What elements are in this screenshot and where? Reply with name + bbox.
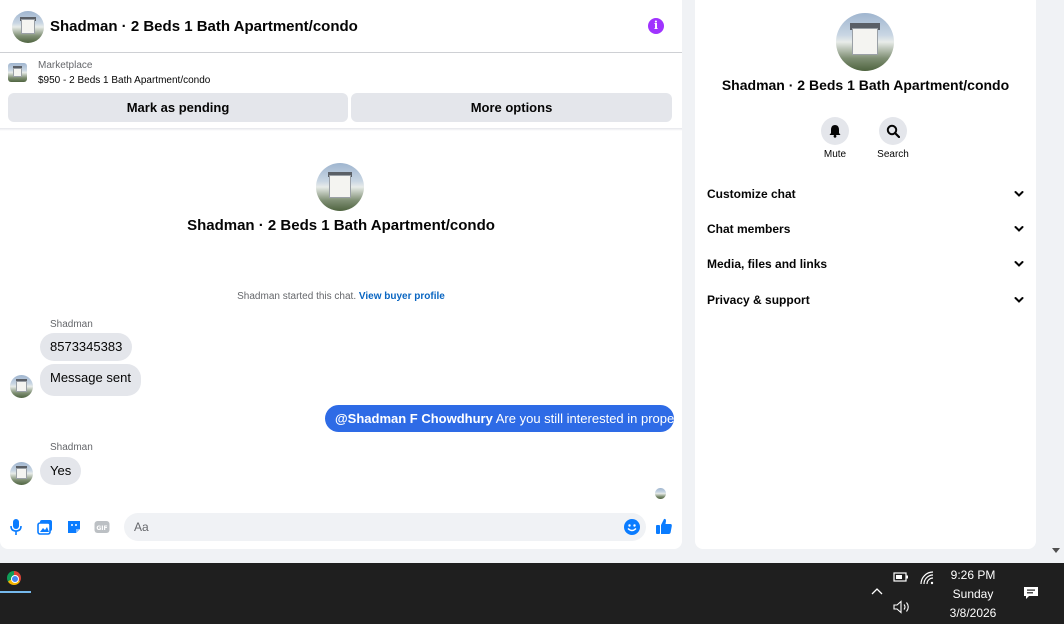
- chat-started-text: Shadman started this chat.: [237, 291, 357, 302]
- thumbs-up-icon[interactable]: [655, 517, 673, 535]
- mute-button[interactable]: Mute: [805, 117, 865, 160]
- section-customize-chat[interactable]: Customize chat: [707, 183, 1025, 207]
- chevron-down-icon: [1014, 226, 1024, 232]
- section-label: Privacy & support: [707, 293, 810, 307]
- sender-avatar[interactable]: [10, 375, 33, 398]
- chrome-icon: [7, 571, 21, 585]
- mute-label: Mute: [823, 149, 847, 160]
- scroll-down-arrow[interactable]: [1052, 548, 1060, 553]
- search-button[interactable]: Search: [863, 117, 923, 160]
- chevron-down-icon: [1014, 261, 1024, 267]
- chat-panel: Shadman · 2 Beds 1 Bath Apartment/condo …: [0, 0, 682, 549]
- conversation-avatar[interactable]: [12, 11, 44, 43]
- gif-label: GIF: [96, 525, 107, 532]
- clock-time[interactable]: 9:26 PM: [940, 568, 1006, 582]
- wifi-icon[interactable]: [920, 571, 934, 585]
- message-text: Are you still interested in property ?: [495, 411, 682, 426]
- sender-avatar[interactable]: [10, 462, 33, 485]
- outgoing-message-bubble[interactable]: @Shadman F Chowdhury Are you still inter…: [325, 405, 682, 432]
- listing-row[interactable]: Marketplace $950 - 2 Beds 1 Bath Apartme…: [0, 54, 682, 90]
- chevron-down-icon: [1014, 297, 1024, 303]
- chat-intro-title: Shadman · 2 Beds 1 Bath Apartment/condo: [187, 217, 495, 234]
- listing-label: Marketplace: [38, 60, 93, 71]
- clock-day[interactable]: Sunday: [940, 587, 1006, 601]
- search-icon: [879, 117, 907, 145]
- message-bubble[interactable]: 8573345383: [40, 333, 133, 361]
- gif-icon[interactable]: GIF: [94, 519, 110, 535]
- emoji-icon[interactable]: [624, 519, 640, 535]
- message-composer: GIF: [0, 510, 682, 544]
- microphone-icon[interactable]: [8, 519, 24, 535]
- message-bubble[interactable]: Yes: [40, 457, 82, 485]
- more-options-button[interactable]: More options: [351, 93, 672, 122]
- chevron-up-icon[interactable]: [871, 587, 883, 595]
- seen-indicator-avatar: [655, 488, 666, 499]
- photo-icon[interactable]: [37, 519, 53, 535]
- mention-link[interactable]: @Shadman F Chowdhury: [335, 411, 493, 426]
- info-title: Shadman · 2 Beds 1 Bath Apartment/condo: [721, 77, 1010, 93]
- message-input[interactable]: [134, 518, 614, 536]
- header-divider: [0, 128, 682, 131]
- listing-thumbnail: [8, 63, 27, 82]
- section-label: Chat members: [707, 222, 791, 236]
- sender-name: Shadman: [50, 442, 93, 453]
- search-label: Search: [877, 149, 909, 160]
- chat-started-notice: Shadman started this chat. View buyer pr…: [0, 291, 682, 302]
- section-label: Media, files and links: [707, 257, 828, 271]
- taskbar: 9:26 PM Sunday 3/8/2026: [0, 563, 1064, 624]
- chevron-down-icon: [1014, 191, 1024, 197]
- active-app-indicator: [0, 591, 31, 593]
- chat-intro-avatar: [316, 163, 364, 211]
- conversation-info-panel: Shadman · 2 Beds 1 Bath Apartment/condo …: [695, 0, 1036, 549]
- section-label: Customize chat: [707, 187, 796, 201]
- info-icon[interactable]: i: [648, 18, 664, 34]
- volume-icon[interactable]: [893, 600, 911, 614]
- notification-center-icon[interactable]: [1023, 586, 1039, 600]
- clock-date[interactable]: 3/8/2026: [940, 606, 1006, 620]
- view-buyer-profile-link[interactable]: View buyer profile: [359, 291, 445, 302]
- sender-name: Shadman: [50, 319, 93, 330]
- listing-price-title: $950 - 2 Beds 1 Bath Apartment/condo: [38, 75, 211, 86]
- sticker-icon[interactable]: [66, 519, 82, 535]
- section-chat-members[interactable]: Chat members: [707, 218, 1025, 242]
- bell-icon: [821, 117, 849, 145]
- mark-as-pending-button[interactable]: Mark as pending: [8, 93, 348, 122]
- conversation-title[interactable]: Shadman · 2 Beds 1 Bath Apartment/condo: [50, 18, 358, 35]
- section-privacy-support[interactable]: Privacy & support: [707, 289, 1025, 313]
- message-input-box[interactable]: [124, 513, 646, 541]
- battery-icon[interactable]: [893, 571, 909, 583]
- chrome-taskbar-button[interactable]: [0, 563, 31, 593]
- message-bubble[interactable]: Message sent: [40, 364, 141, 396]
- chat-header: Shadman · 2 Beds 1 Bath Apartment/condo …: [0, 0, 682, 53]
- info-avatar[interactable]: [836, 13, 894, 71]
- section-media-files-links[interactable]: Media, files and links: [707, 253, 1025, 277]
